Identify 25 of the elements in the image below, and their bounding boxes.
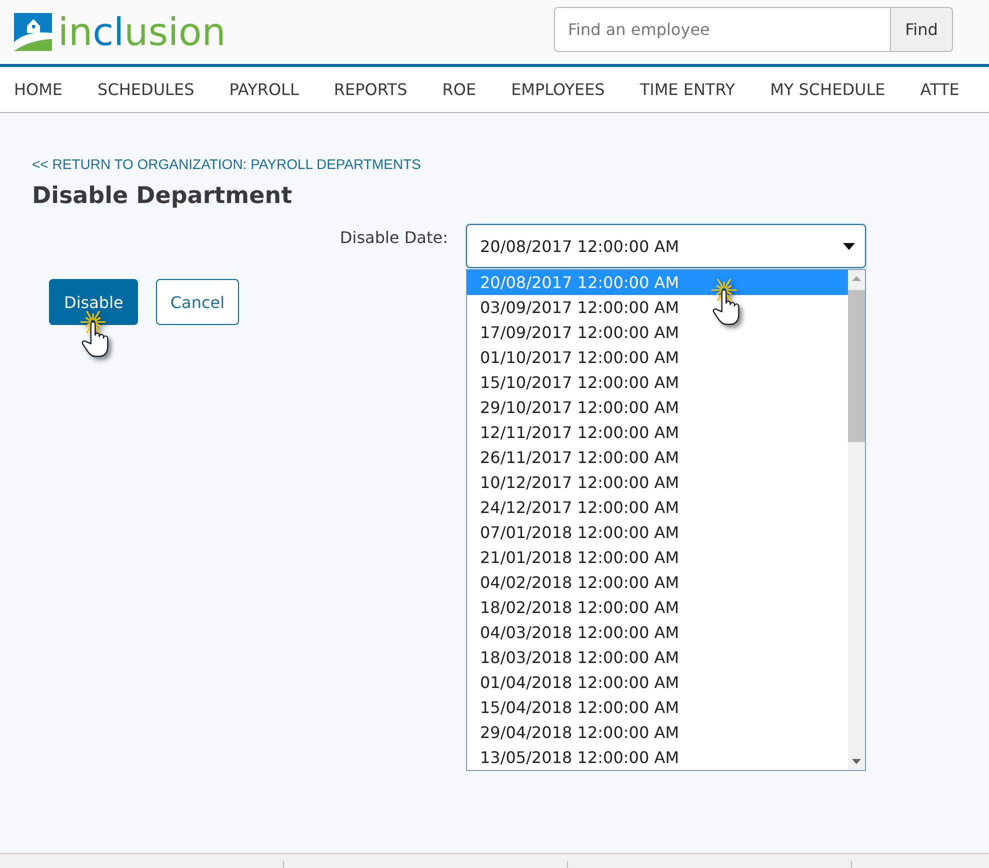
scroll-down-icon[interactable]: [852, 759, 861, 764]
cancel-button[interactable]: Cancel: [156, 279, 239, 325]
scrollbar-thumb[interactable]: [848, 290, 865, 442]
nav-link[interactable]: EMPLOYEES: [511, 80, 605, 100]
nav-link[interactable]: HOME: [14, 80, 63, 100]
search-field[interactable]: Find an employee: [554, 6, 890, 52]
nav-link[interactable]: MY SCHEDULE: [770, 80, 886, 100]
caret-icon: [843, 242, 855, 250]
field-label: Disable Date:: [340, 227, 448, 249]
house-logo-icon: [14, 13, 52, 51]
nav-link[interactable]: SCHEDULES: [98, 80, 194, 100]
nav-link[interactable]: PAYROLL: [229, 80, 299, 100]
nav-link[interactable]: TIME ENTRY: [640, 80, 736, 100]
date-select[interactable]: 20/08/2017 12:00:00 AM: [466, 224, 866, 268]
nav-link[interactable]: ROE: [442, 80, 476, 100]
nav-link[interactable]: ATTE: [920, 80, 960, 100]
page-title: Disable Department: [32, 182, 294, 211]
scrollbar-track[interactable]: [848, 270, 865, 770]
nav-link[interactable]: REPORTS: [334, 80, 408, 100]
logo-wordmark: inclusion: [58, 12, 226, 52]
disable-button[interactable]: Disable: [49, 279, 138, 325]
return-link[interactable]: << RETURN TO ORGANIZATION: PAYROLL DEPARTMENTS: [32, 156, 421, 173]
select-value: 20/08/2017 12:00:00 AM: [480, 236, 679, 256]
find-button[interactable]: Find: [890, 6, 953, 52]
scroll-up-icon[interactable]: [852, 276, 861, 281]
